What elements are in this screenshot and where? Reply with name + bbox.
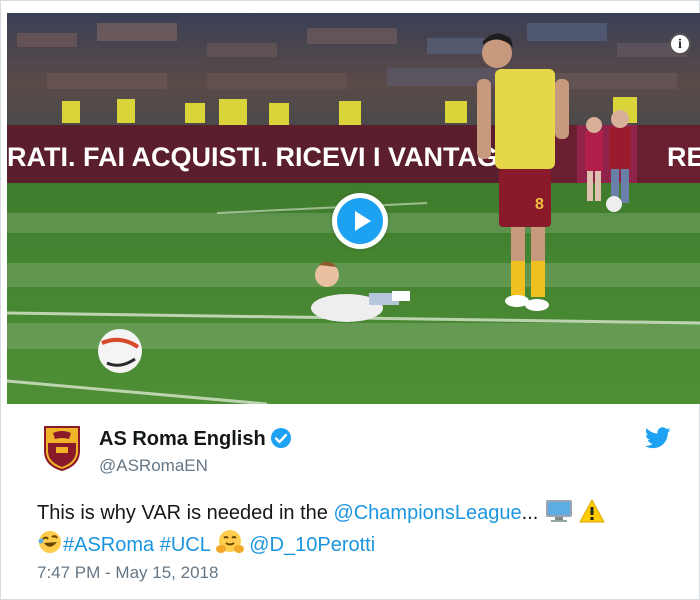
computer-emoji	[545, 500, 572, 522]
warning-emoji	[579, 499, 606, 523]
video-thumbnail[interactable]: RATI. FAI ACQUISTI. RICEVI I VANTAGGI! R…	[7, 13, 700, 404]
as-roma-logo-avatar[interactable]	[43, 425, 81, 471]
info-icon[interactable]: i	[669, 33, 691, 55]
player-number: 8	[535, 196, 544, 213]
verified-badge-icon	[270, 428, 291, 448]
tweet-ellipsis: ...	[521, 502, 539, 524]
hugging-emoji	[215, 530, 244, 553]
mention-champions-league[interactable]: @ChampionsLeague	[333, 502, 521, 524]
tweet-card: RATI. FAI ACQUISTI. RICEVI I VANTAGGI! R…	[0, 0, 700, 600]
play-button[interactable]	[332, 193, 388, 249]
banner-text-right: RE	[667, 142, 700, 172]
hashtag-asroma[interactable]: #ASRoma	[63, 534, 154, 556]
mention-perotti[interactable]: @D_10Perotti	[249, 534, 375, 556]
tweet-author: AS Roma English @ASRomaEN	[43, 423, 683, 483]
tweet-text: This is why VAR is needed in the @Champi…	[37, 497, 677, 561]
hashtag-ucl[interactable]: #UCL	[160, 534, 210, 556]
twitter-bird-icon[interactable]	[645, 427, 671, 449]
tweet-text-prefix: This is why VAR is needed in the	[37, 502, 334, 524]
tweet-timestamp[interactable]: 7:47 PM - May 15, 2018	[37, 563, 218, 583]
author-name[interactable]: AS Roma English	[99, 427, 292, 451]
banner-text: RATI. FAI ACQUISTI. RICEVI I VANTAGGI!	[7, 142, 536, 172]
laughing-emoji	[38, 531, 61, 553]
author-name-text[interactable]: AS Roma English	[99, 428, 266, 450]
author-handle[interactable]: @ASRomaEN	[99, 456, 208, 476]
play-icon	[337, 198, 383, 244]
